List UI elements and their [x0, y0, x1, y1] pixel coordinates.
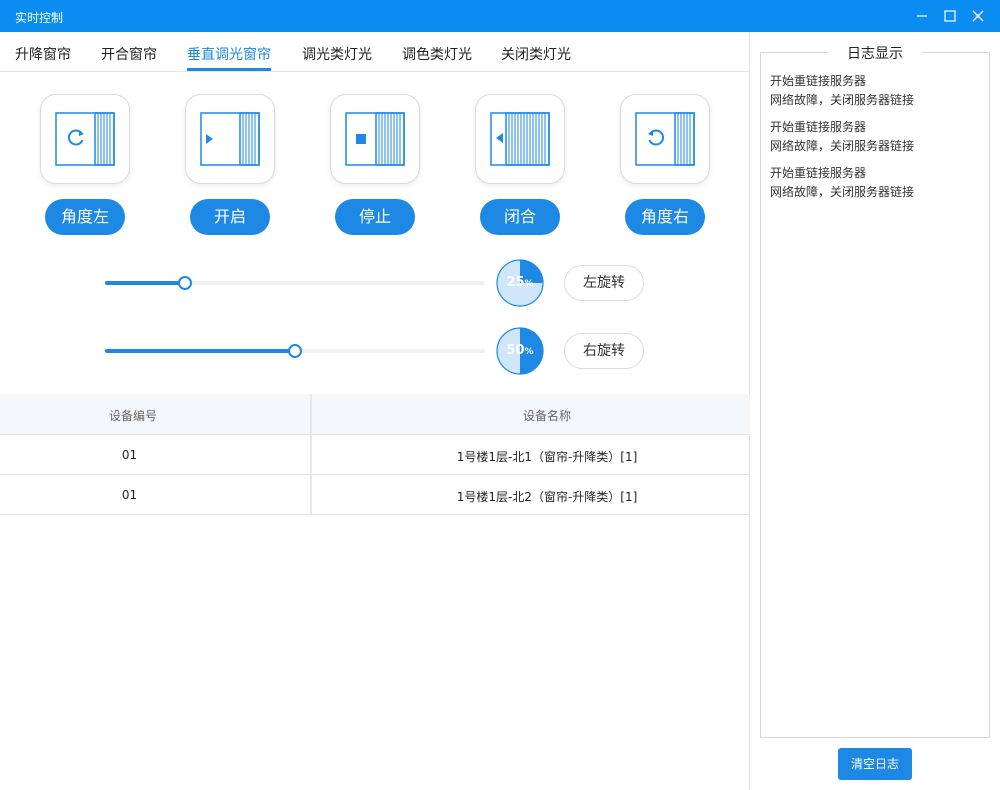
title-bar: 实时控制 [0, 0, 1000, 32]
window-title: 实时控制 [15, 11, 64, 25]
cell-device-name: 1号楼1层-北1（窗帘-升降类）[1] [456, 450, 638, 464]
pie-percent-value: 25 [506, 275, 525, 290]
minimize-button[interactable] [912, 6, 932, 26]
table-row[interactable]: 01 1号楼1层-北1（窗帘-升降类）[1] [0, 435, 750, 475]
rotate-left-button[interactable]: 左旋转 [564, 265, 644, 301]
tab-dimming-light[interactable]: 调光类灯光 [302, 44, 372, 64]
log-title: 日志显示 [828, 43, 922, 63]
close-blind-icon [490, 112, 550, 166]
log-line: 开始重链接服务器 [770, 74, 867, 88]
angle-left-button[interactable]: 角度左 [45, 199, 125, 235]
log-line: 网络故障，关闭服务器链接 [770, 139, 915, 153]
slider-fill [105, 281, 185, 285]
log-line: 开始重链接服务器 [770, 120, 867, 134]
rotate-cw-blind-icon [55, 112, 115, 166]
clear-log-button[interactable]: 清空日志 [838, 748, 912, 780]
log-line: 网络故障，关闭服务器链接 [770, 93, 915, 107]
cell-device-name: 1号楼1层-北2（窗帘-升降类）[1] [456, 490, 638, 504]
close-blind-button[interactable]: 闭合 [480, 199, 560, 235]
table-row[interactable]: 01 1号楼1层-北2（窗帘-升降类）[1] [0, 475, 750, 515]
pie-percent-value: 50 [506, 343, 525, 358]
close-icon [972, 10, 984, 22]
rotate-right-button[interactable]: 右旋转 [564, 333, 644, 369]
maximize-icon [944, 10, 956, 22]
tab-vertical-blind[interactable]: 垂直调光窗帘 [187, 44, 271, 64]
close-card[interactable] [475, 94, 565, 184]
angle-left-card[interactable] [40, 94, 130, 184]
tab-bar: 升降窗帘 开合窗帘 垂直调光窗帘 调光类灯光 调色类灯光 关闭类灯光 [0, 32, 750, 72]
stop-card[interactable] [330, 94, 420, 184]
tab-open-close-curtain[interactable]: 开合窗帘 [101, 44, 157, 64]
table-header: 设备编号 设备名称 [0, 394, 750, 435]
log-line: 网络故障，关闭服务器链接 [770, 185, 915, 199]
header-device-id[interactable]: 设备编号 [0, 407, 266, 424]
tab-switch-light[interactable]: 关闭类灯光 [501, 44, 571, 64]
play-blind-icon [200, 112, 260, 166]
pie-percent-label: 50% [496, 327, 544, 375]
angle-right-slider[interactable] [105, 340, 485, 360]
cell-device-id: 01 [121, 488, 138, 502]
active-tab-indicator [187, 68, 271, 71]
tab-color-light[interactable]: 调色类灯光 [402, 44, 472, 64]
slider-fill [105, 349, 295, 353]
log-line: 开始重链接服务器 [770, 166, 867, 180]
stop-button[interactable]: 停止 [335, 199, 415, 235]
percent-pie: 25% [496, 259, 544, 307]
log-panel [760, 52, 990, 738]
maximize-button[interactable] [940, 6, 960, 26]
close-button[interactable] [968, 6, 988, 26]
open-card[interactable] [185, 94, 275, 184]
slider-handle[interactable] [178, 276, 192, 290]
tab-lift-curtain[interactable]: 升降窗帘 [15, 44, 71, 64]
minimize-icon [917, 15, 927, 17]
rotate-ccw-blind-icon [635, 112, 695, 166]
angle-right-card[interactable] [620, 94, 710, 184]
pie-percent-label: 25% [496, 259, 544, 307]
control-panel: 升降窗帘 开合窗帘 垂直调光窗帘 调光类灯光 调色类灯光 关闭类灯光 角度左 开… [0, 32, 750, 790]
angle-right-button[interactable]: 角度右 [625, 199, 705, 235]
slider-handle[interactable] [288, 344, 302, 358]
pie-percent-sign: % [524, 347, 534, 357]
cell-device-id: 01 [121, 448, 138, 462]
header-device-name[interactable]: 设备名称 [312, 407, 782, 424]
pie-percent-sign: % [524, 279, 534, 289]
percent-pie: 50% [496, 327, 544, 375]
open-button[interactable]: 开启 [190, 199, 270, 235]
stop-blind-icon [345, 112, 405, 166]
angle-left-slider[interactable] [105, 272, 485, 292]
